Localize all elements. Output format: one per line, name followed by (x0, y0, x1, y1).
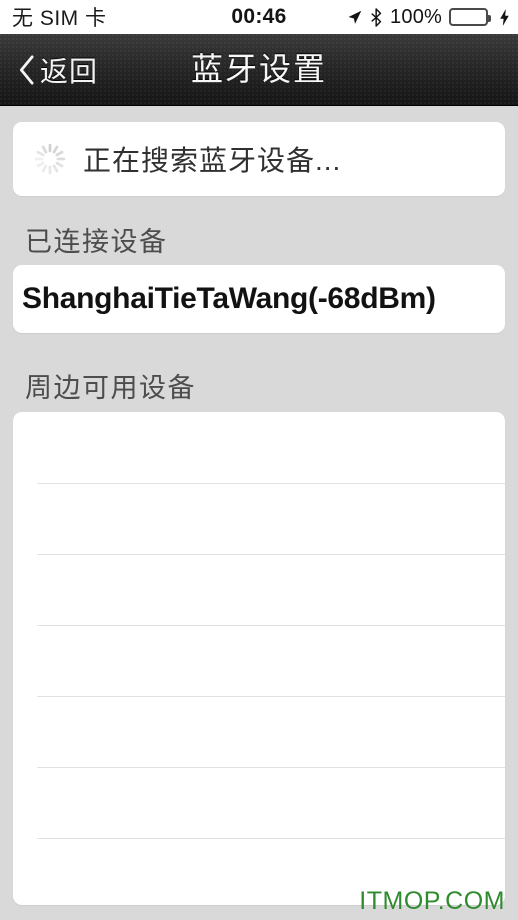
back-button-label: 返回 (40, 55, 99, 87)
list-item[interactable] (13, 483, 505, 554)
spinner-icon (33, 142, 67, 176)
battery-percent-label: 100% (390, 5, 442, 28)
list-item[interactable] (13, 554, 505, 625)
list-item[interactable] (13, 625, 505, 696)
connected-device-name: ShanghaiTieTaWang(-68dBm) (22, 282, 436, 315)
list-item[interactable] (13, 767, 505, 838)
back-button[interactable]: 返回 (18, 34, 98, 105)
content-area: 正在搜索蓝牙设备... 已连接设备 ShanghaiTieTaWang(-68d… (0, 106, 518, 920)
status-bar-right-group: 100% (346, 0, 510, 34)
searching-status-label: 正在搜索蓝牙设备... (83, 145, 342, 176)
chevron-left-icon (18, 54, 35, 85)
available-devices-list[interactable] (13, 412, 505, 905)
available-section-header: 周边可用设备 (25, 373, 196, 403)
connected-device-row[interactable]: ShanghaiTieTaWang(-68dBm) (13, 265, 505, 333)
phone-screen: 无 SIM 卡 00:46 100% 返回 蓝牙设置 正在搜索蓝牙设备... 已… (0, 0, 518, 920)
location-arrow-icon (346, 9, 363, 26)
charging-bolt-icon (495, 8, 510, 26)
status-bar: 无 SIM 卡 00:46 100% (0, 0, 518, 34)
battery-full-icon (449, 8, 491, 26)
site-watermark: ITMOP.COM (359, 887, 505, 915)
list-item[interactable] (13, 696, 505, 767)
list-item[interactable] (13, 412, 505, 483)
bluetooth-icon (370, 7, 383, 27)
connected-section-header: 已连接设备 (25, 227, 168, 257)
navigation-bar: 返回 蓝牙设置 (0, 34, 518, 106)
searching-status-card: 正在搜索蓝牙设备... (13, 122, 505, 196)
